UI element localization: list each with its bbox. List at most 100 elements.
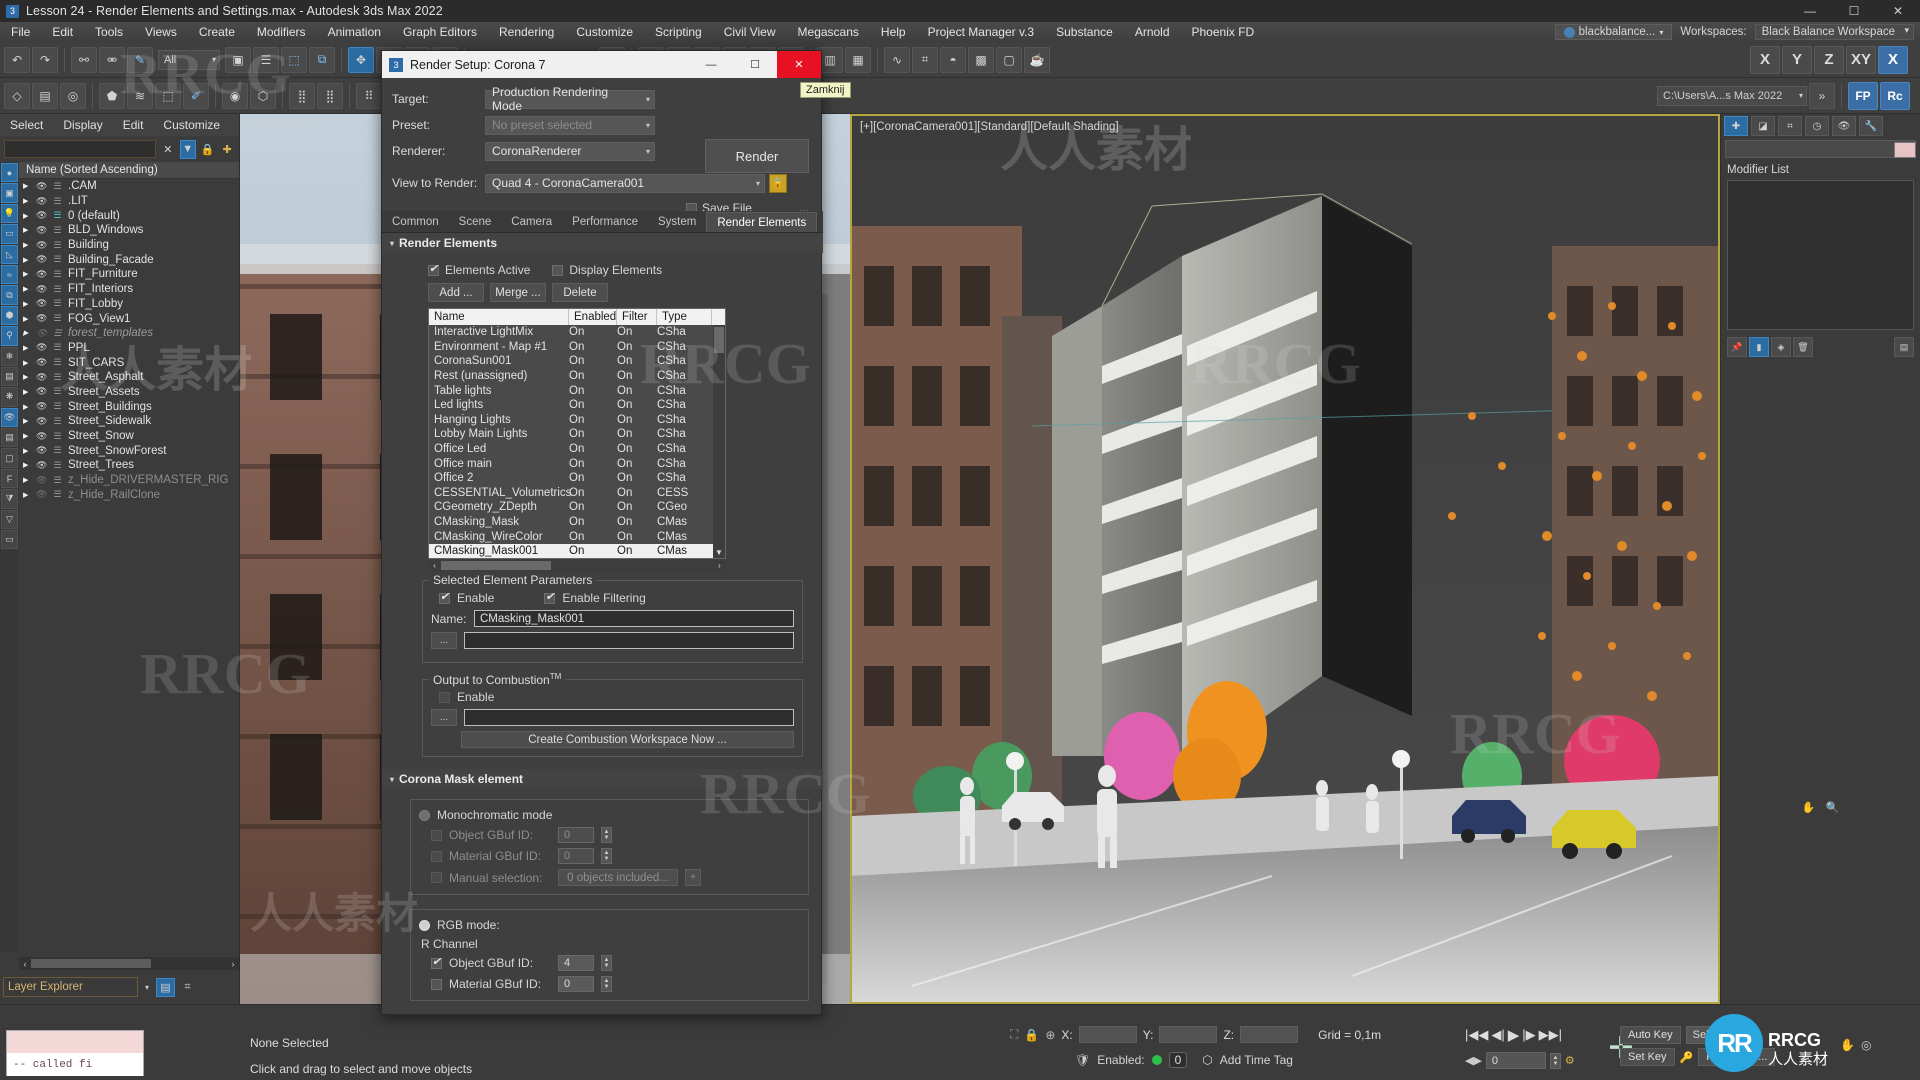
array-icon[interactable]: ⠿ bbox=[356, 82, 382, 109]
macro-recorder-output[interactable] bbox=[7, 1031, 143, 1053]
expand-arrow-icon[interactable]: ▶ bbox=[23, 432, 31, 440]
mono-material-gbuf-spinner[interactable]: ▲ ▼ bbox=[601, 848, 612, 864]
visibility-eye-icon[interactable]: 👁 bbox=[36, 342, 47, 353]
rail-helpers-icon[interactable]: ◺ bbox=[1, 244, 18, 264]
render-element-row[interactable]: CMasking_WireColor On On CMas bbox=[429, 529, 725, 544]
corona-renderer-icon[interactable]: ◉ bbox=[222, 82, 248, 109]
corona-mask-body[interactable]: Monochromatic mode Object GBuf ID: 0 ▲ ▼ … bbox=[382, 789, 823, 1001]
explorer-menu-customize[interactable]: Customize bbox=[153, 114, 230, 136]
layer-stack-icon[interactable]: ☰ bbox=[52, 475, 63, 486]
r-object-gbuf-spinner[interactable]: ▲ ▼ bbox=[601, 955, 612, 971]
key-mode-icon[interactable]: ◀▶ bbox=[1465, 1054, 1482, 1067]
railclone-button[interactable]: Rc bbox=[1880, 81, 1910, 110]
explorer-row[interactable]: ▶ 👁 ☰ FIT_Lobby bbox=[19, 297, 239, 312]
render-element-row[interactable]: Office 2 On On CSha bbox=[429, 471, 725, 486]
create-combustion-row[interactable]: Create Combustion Workspace Now ... bbox=[431, 731, 794, 748]
explorer-mode-field[interactable]: Layer Explorer bbox=[3, 977, 138, 997]
add-icon[interactable]: ✚ bbox=[219, 140, 235, 159]
visibility-eye-icon[interactable]: 👁 bbox=[36, 386, 47, 397]
render-setup-title-bar[interactable]: 3 Render Setup: Corona 7 — ☐ ✕ bbox=[382, 51, 821, 78]
render-elements-rollout-header[interactable]: ▾ Render Elements bbox=[382, 233, 823, 253]
layer-stack-icon[interactable]: ☰ bbox=[52, 445, 63, 456]
enable-wrap[interactable]: Enable bbox=[439, 590, 494, 605]
layer-stack-icon[interactable]: ☰ bbox=[52, 269, 63, 280]
minimize-button[interactable]: — bbox=[1788, 0, 1832, 22]
render-element-row[interactable]: Rest (unassigned) On On CSha bbox=[429, 369, 725, 384]
shield-icon[interactable]: 🛡 bbox=[1075, 1053, 1090, 1067]
render-elements-buttons[interactable]: Add ... Merge ... Delete bbox=[428, 283, 813, 302]
pan-icon[interactable]: ✋ bbox=[1840, 1038, 1855, 1052]
layer-stack-icon[interactable]: ☰ bbox=[52, 489, 63, 500]
elements-active-checkbox-wrap[interactable]: Elements Active bbox=[428, 262, 530, 277]
z-coordinate-input[interactable] bbox=[1240, 1026, 1299, 1043]
render-element-row[interactable]: Interactive LightMix On On CSha bbox=[429, 325, 725, 340]
visibility-eye-icon[interactable]: 👁 bbox=[36, 284, 47, 295]
render-setup-top-fields[interactable]: Target: Production Rendering Mode Preset… bbox=[382, 78, 821, 198]
explorer-row[interactable]: ▶ 👁 ☰ Building_Facade bbox=[19, 252, 239, 267]
undo-icon[interactable]: ↶ bbox=[4, 46, 30, 73]
explorer-menu-edit[interactable]: Edit bbox=[113, 114, 154, 136]
rail-lights-icon[interactable]: 💡 bbox=[1, 203, 18, 224]
tab-camera[interactable]: Camera bbox=[501, 212, 562, 232]
r-object-gbuf-input[interactable]: 4 bbox=[558, 955, 594, 971]
manual-selection-checkbox[interactable] bbox=[431, 872, 442, 883]
visibility-eye-icon[interactable]: 👁 bbox=[36, 445, 47, 456]
selection-filter-dropdown[interactable]: All bbox=[158, 49, 220, 70]
layer-stack-icon[interactable]: ☰ bbox=[52, 357, 63, 368]
menu-item-views[interactable]: Views bbox=[134, 22, 188, 42]
remove-modifier-icon[interactable]: 🗑 bbox=[1793, 337, 1813, 357]
selection-lock-icon[interactable]: 🔒 bbox=[1024, 1028, 1039, 1042]
animation-transport-controls[interactable]: |◀◀ ◀| ▶ |▶ ▶▶| bbox=[1465, 1026, 1562, 1044]
expand-arrow-icon[interactable]: ▶ bbox=[23, 373, 31, 381]
render-elements-rollout[interactable]: ▾ Render Elements Elements Active Displa… bbox=[382, 233, 823, 1001]
expand-arrow-icon[interactable]: ▶ bbox=[23, 329, 31, 337]
explorer-search-input[interactable] bbox=[4, 140, 156, 158]
absolute-mode-icon[interactable]: ⊕ bbox=[1045, 1028, 1055, 1042]
explorer-row[interactable]: ▶ 👁 ☰ BLD_Windows bbox=[19, 223, 239, 238]
y-coordinate-input[interactable] bbox=[1159, 1026, 1218, 1043]
explorer-row[interactable]: ▶ 👁 ☰ z_Hide_RailClone bbox=[19, 487, 239, 502]
rgb-mode-group[interactable]: RGB mode: R Channel Object GBuf ID: 4 ▲▼… bbox=[410, 909, 809, 1001]
layer-stack-icon[interactable]: ☰ bbox=[52, 386, 63, 397]
render-setup-window-controls[interactable]: — ☐ ✕ bbox=[689, 51, 821, 78]
configure-sets-icon[interactable]: ▤ bbox=[1894, 337, 1914, 357]
explorer-row[interactable]: ▶ 👁 ☰ Street_Buildings bbox=[19, 399, 239, 414]
combustion-browse-button[interactable]: ... bbox=[431, 709, 457, 726]
macro-recorder-box[interactable]: -- called fi bbox=[6, 1030, 144, 1076]
modify-tab-icon[interactable]: ◪ bbox=[1751, 116, 1775, 136]
visibility-eye-icon[interactable]: 👁 bbox=[36, 401, 47, 412]
combustion-path-row[interactable]: ... bbox=[431, 709, 794, 726]
expand-arrow-icon[interactable]: ▶ bbox=[23, 417, 31, 425]
visibility-eye-icon[interactable]: 👁 bbox=[36, 475, 47, 486]
tab-scene[interactable]: Scene bbox=[449, 212, 502, 232]
col-header-name[interactable]: Name bbox=[429, 309, 569, 325]
render-production-icon[interactable]: ☕ bbox=[1024, 46, 1050, 73]
render-elements-table[interactable]: Name Enabled Filter Type Interactive Lig… bbox=[428, 308, 726, 559]
layer-stack-icon[interactable]: ☰ bbox=[52, 372, 63, 383]
command-panel-nav-icons[interactable]: ✋ 🔍 bbox=[1721, 801, 1920, 814]
view-to-render-row[interactable]: View to Render: Quad 4 - CoronaCamera001… bbox=[392, 170, 811, 196]
current-frame-bar[interactable]: ◀▶ 0 ▲ ▼ ⚙ bbox=[1465, 1052, 1575, 1069]
expand-arrow-icon[interactable]: ▶ bbox=[23, 403, 31, 411]
render-element-row[interactable]: Led lights On On CSha bbox=[429, 398, 725, 413]
menu-bar[interactable]: File Edit Tools Views Create Modifiers A… bbox=[0, 22, 1920, 42]
expand-arrow-icon[interactable]: ▶ bbox=[23, 270, 31, 278]
preset-dropdown[interactable]: No preset selected bbox=[485, 115, 655, 135]
main-toolbar-row-1[interactable]: ↶ ↷ ⚯ ⚮ ✎ All ▣ ☰ ⬚ ⧉ ✥ ↻ ⤢ ✛ Create Sel… bbox=[0, 42, 1920, 78]
rail-particles-icon[interactable]: ❋ bbox=[1, 387, 18, 407]
layer-stack-icon[interactable]: ☰ bbox=[52, 240, 63, 251]
scroll-right-icon[interactable]: › bbox=[227, 957, 239, 970]
time-configuration-icon[interactable]: ⚙ bbox=[1565, 1054, 1575, 1067]
mono-object-gbuf-row[interactable]: Object GBuf ID: 0 ▲ ▼ bbox=[431, 827, 800, 843]
project-path-field[interactable]: C:\Users\A...s Max 2022 bbox=[1657, 85, 1807, 106]
material-editor-icon[interactable]: ◓ bbox=[940, 46, 966, 73]
render-element-row[interactable]: CMasking_Mask On On CMas bbox=[429, 515, 725, 530]
go-to-start-icon[interactable]: |◀◀ bbox=[1465, 1027, 1488, 1043]
expand-arrow-icon[interactable]: ▶ bbox=[23, 359, 31, 367]
explorer-row[interactable]: ▶ 👁 ☰ Street_Trees bbox=[19, 458, 239, 473]
monochromatic-group[interactable]: Monochromatic mode Object GBuf ID: 0 ▲ ▼ … bbox=[410, 799, 809, 895]
lock-icon[interactable]: 🔒 bbox=[200, 140, 216, 159]
menu-item-scripting[interactable]: Scripting bbox=[644, 22, 713, 42]
grid-dots-2-icon[interactable]: ⣿ bbox=[317, 82, 343, 109]
motion-tab-icon[interactable]: ◷ bbox=[1805, 116, 1829, 136]
